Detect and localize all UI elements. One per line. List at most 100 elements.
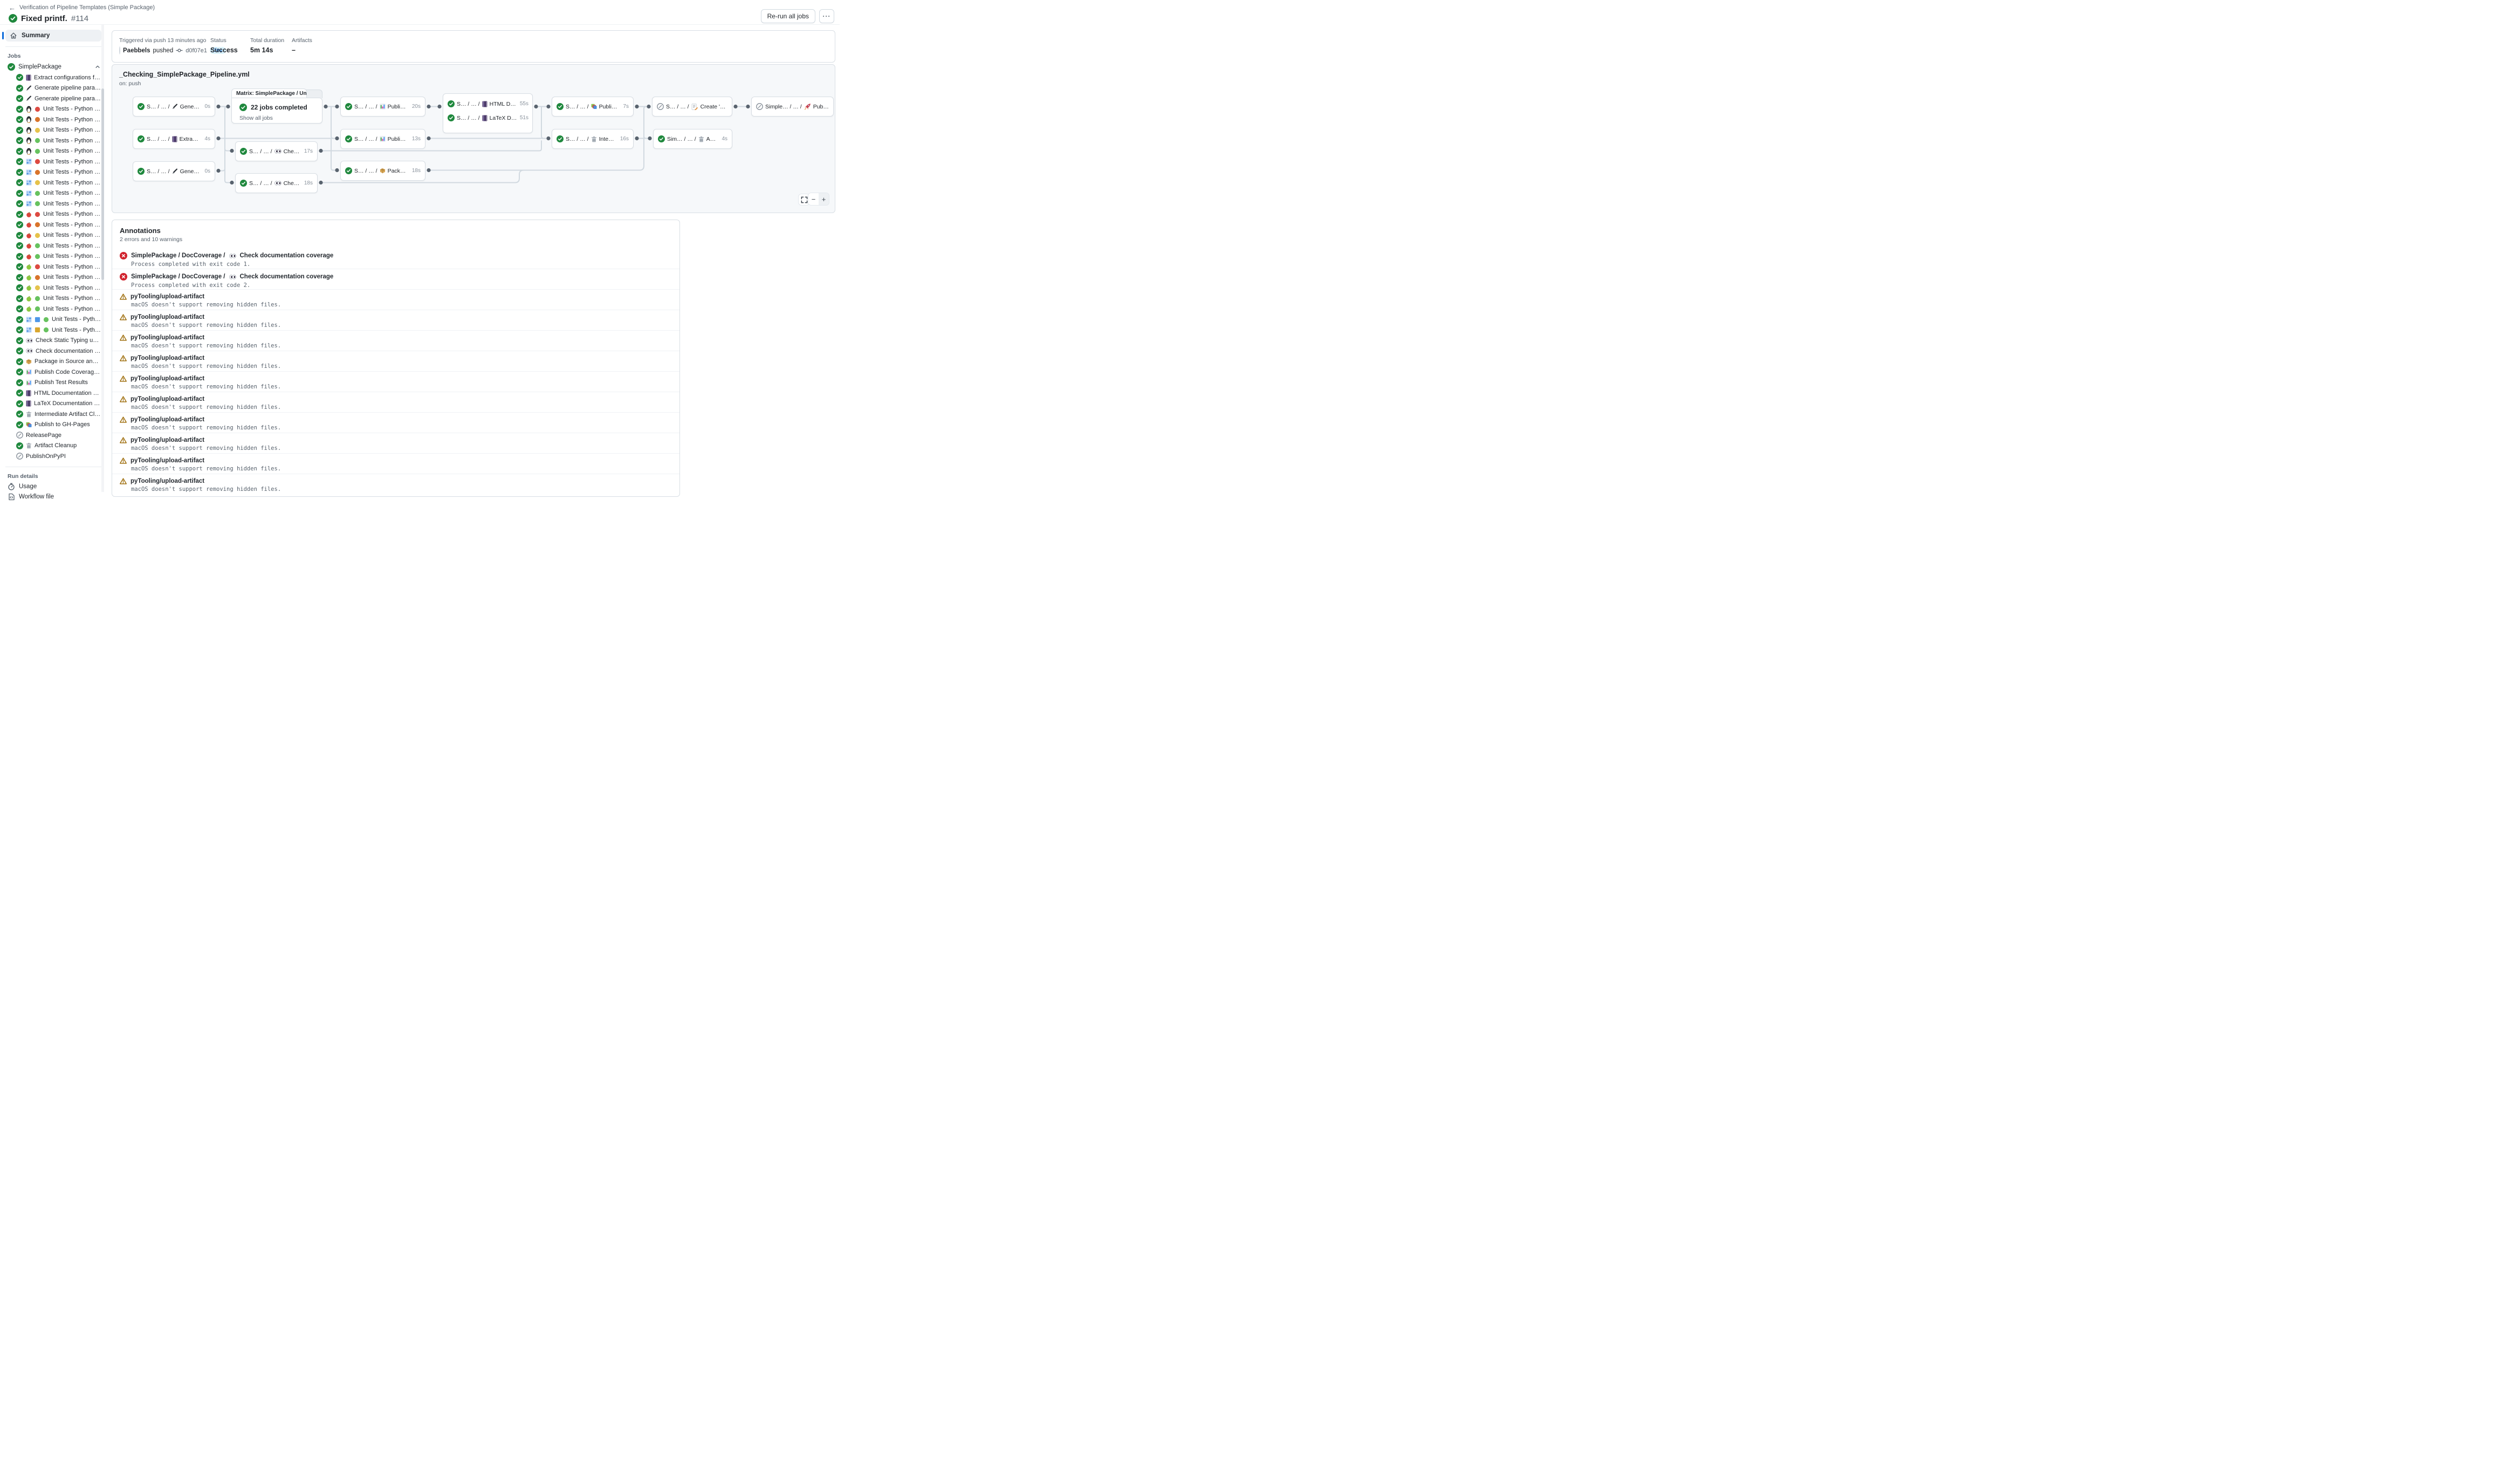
avatar[interactable] (119, 46, 120, 54)
zoom-out-button[interactable]: − (808, 193, 819, 205)
annotation-title[interactable]: pyTooling/upload-artifact (131, 478, 204, 484)
graph-node-pubTest[interactable]: S… / … /Publish Test Re…13s (340, 129, 425, 149)
check-icon (16, 106, 23, 113)
sidebar-job-item[interactable]: LaTeX Documentation using … (0, 399, 106, 409)
check-icon (16, 169, 23, 176)
actor-name[interactable]: Paebbels (123, 47, 150, 54)
duration-label: Total duration (250, 37, 292, 44)
sidebar-job-item[interactable]: Unit Tests - Python 3.9 (0, 104, 106, 115)
job-group-simplepackage[interactable]: SimplePackage (0, 61, 106, 72)
node-duration: 16s (618, 136, 629, 142)
annotation-message: macOS doesn't support removing hidden fi… (131, 384, 679, 390)
graph-node-checkDoc[interactable]: S… / … /Check docume…18s (235, 173, 318, 193)
sidebar-job-item[interactable]: Unit Tests - Python 3.12 (0, 293, 106, 304)
sidebar-item-workflow-file[interactable]: Workflow file (0, 492, 106, 502)
sidebar-scrollbar-thumb[interactable] (101, 88, 104, 280)
zoom-in-button[interactable]: + (819, 193, 829, 205)
sidebar-job-item[interactable]: Unit Tests - Python 3.12 (0, 325, 106, 336)
chevron-up-icon[interactable] (95, 64, 100, 70)
node-label: Extract configur… (180, 136, 201, 142)
sidebar-job-item[interactable]: Unit Tests - Python 3.11 (0, 125, 106, 136)
rerun-all-jobs-button[interactable]: Re-run all jobs (761, 9, 815, 23)
sidebar-job-item[interactable]: Check documentation covera… (0, 346, 106, 357)
annotation-message: macOS doesn't support removing hidden fi… (131, 486, 679, 493)
annotation-title[interactable]: pyTooling/upload-artifact (131, 355, 204, 361)
node-duration: 17s (302, 148, 313, 154)
sidebar-job-item[interactable]: PublishOnPyPI (0, 451, 106, 462)
graph-node-extract[interactable]: S… / … /Extract configur…4s (133, 129, 215, 149)
matrix-node[interactable]: 22 jobs completedShow all jobs (231, 98, 322, 124)
palette-icon (26, 422, 32, 428)
doc-group-row[interactable]: S… / … /LaTeX Docume…51s (448, 114, 528, 121)
sidebar-job-item[interactable]: Unit Tests - Python 3.9 (0, 262, 106, 272)
sidebar-job-item[interactable]: Publish Code Coverage Results (0, 367, 106, 378)
sidebar-item-summary[interactable]: Summary (5, 30, 101, 42)
kebab-menu-button[interactable]: ··· (819, 9, 834, 23)
sidebar-job-item[interactable]: Intermediate Artifact Cleanup (0, 409, 106, 420)
graph-node-publishPyPI[interactable]: Simple… / … /Publish to PyPI (751, 97, 834, 117)
job-label: Publish Code Coverage Results (35, 369, 101, 375)
workflow-graph-panel: _Checking_SimplePackage_Pipeline.yml on:… (112, 64, 835, 213)
annotation-title[interactable]: pyTooling/upload-artifact (131, 396, 204, 402)
sidebar-job-item[interactable]: HTML Documentation using … (0, 388, 106, 399)
sidebar-job-item[interactable]: Check Static Typing using Pyt… (0, 336, 106, 346)
sidebar-job-item[interactable]: Unit Tests - Python 3.11 (0, 177, 106, 188)
graph-node-artifactCleanup[interactable]: Sim… / … /Artifact Cleanup4s (653, 129, 732, 149)
annotation-title[interactable]: pyTooling/upload-artifact (131, 314, 204, 320)
sidebar-job-item[interactable]: Unit Tests - Python 3.10 (0, 220, 106, 230)
sidebar-job-item[interactable]: Unit Tests - Python 3.12 (0, 135, 106, 146)
sidebar-job-item[interactable]: Unit Tests - Python 3.10 (0, 167, 106, 178)
warning-icon (120, 314, 127, 320)
sidebar-job-item[interactable]: ReleasePage (0, 430, 106, 441)
sidebar-job-item[interactable]: Unit Tests - Python 3.13 (0, 304, 106, 314)
back-arrow-icon[interactable]: ← (9, 4, 16, 12)
sidebar-item-usage[interactable]: Usage (0, 482, 106, 492)
annotation-title[interactable]: Check documentation coverage (240, 252, 334, 259)
matrix-tab[interactable]: Matrix: SimplePackage / UnitTest… (231, 88, 307, 98)
sidebar-job-item[interactable]: Publish to GH-Pages (0, 420, 106, 430)
annotation-title[interactable]: pyTooling/upload-artifact (131, 416, 204, 423)
sidebar-job-item[interactable]: Unit Tests - Python 3.9 (0, 209, 106, 220)
breadcrumb[interactable]: ← Verification of Pipeline Templates (Si… (9, 3, 831, 12)
annotation-title[interactable]: pyTooling/upload-artifact (131, 375, 204, 382)
annotation-title[interactable]: pyTooling/upload-artifact (131, 437, 204, 443)
graph-node-package[interactable]: S… / … /Package in Sou…18s (340, 161, 425, 181)
graph-node-gen1[interactable]: S… / … /Generate pipelin…0s (133, 97, 215, 117)
graph-node-intermediate[interactable]: S… / … /Intermediate A…16s (552, 129, 634, 149)
commit-sha[interactable]: d0f07e1 (186, 47, 207, 54)
check-icon (16, 179, 23, 186)
annotation-title[interactable]: pyTooling/upload-artifact (131, 334, 204, 341)
sidebar-job-item[interactable]: Unit Tests - Python 3.12 (0, 188, 106, 199)
job-label: Check documentation covera… (36, 348, 101, 354)
doc-group-row[interactable]: S… / … /HTML Docume…55s (448, 100, 528, 107)
sidebar-job-item[interactable]: Unit Tests - Python 3.12 (0, 314, 106, 325)
graph-node-checkStatic[interactable]: S… / … /Check Static Ty…17s (235, 141, 318, 161)
sidebar-job-item[interactable]: Generate pipeline parameters (0, 93, 106, 104)
sidebar-job-item[interactable]: Unit Tests - Python 3.12 (0, 241, 106, 251)
annotation-title[interactable]: Check documentation coverage (240, 273, 334, 280)
graph-node-createRelease[interactable]: S… / … /Create 'Release Pa… (652, 97, 732, 117)
sidebar-job-item[interactable]: Unit Tests - Python 3.13 (0, 199, 106, 209)
sidebar-job-item[interactable]: Unit Tests - Python 3.10 (0, 114, 106, 125)
sidebar-job-item[interactable]: Unit Tests - Python 3.13 (0, 251, 106, 262)
sidebar-job-item[interactable]: Unit Tests - Python 3.10 (0, 272, 106, 283)
run-title-row: Fixed printf. #114 (9, 13, 831, 23)
graph-node-pubCov[interactable]: S… / … /Publish Code C…20s (340, 97, 425, 117)
breadcrumb-label[interactable]: Verification of Pipeline Templates (Simp… (19, 4, 155, 11)
sidebar-job-item[interactable]: Extract configurations from p… (0, 72, 106, 83)
sidebar-job-item[interactable]: Unit Tests - Python 3.13 (0, 146, 106, 157)
sidebar-job-item[interactable]: Unit Tests - Python 3.11 (0, 283, 106, 293)
dot-red-icon (35, 211, 40, 217)
graph-node-gen2[interactable]: S… / … /Generate pipelin…0s (133, 161, 215, 181)
sidebar-job-item[interactable]: Publish Test Results (0, 378, 106, 388)
annotation-title[interactable]: pyTooling/upload-artifact (131, 457, 204, 464)
sidebar-job-item[interactable]: Unit Tests - Python 3.11 (0, 230, 106, 241)
sidebar-job-item[interactable]: Package in Source and Wheel… (0, 357, 106, 367)
sidebar-job-item[interactable]: Artifact Cleanup (0, 441, 106, 452)
annotation-title[interactable]: pyTooling/upload-artifact (131, 293, 204, 300)
node-label: Package in Sou… (388, 168, 408, 174)
graph-node-ghPages[interactable]: S… / … /Publish to GH-P…7s (552, 97, 634, 117)
sidebar-job-item[interactable]: Generate pipeline parameters (0, 83, 106, 94)
show-all-jobs-link[interactable]: Show all jobs (239, 115, 273, 121)
sidebar-job-item[interactable]: Unit Tests - Python 3.9 (0, 156, 106, 167)
